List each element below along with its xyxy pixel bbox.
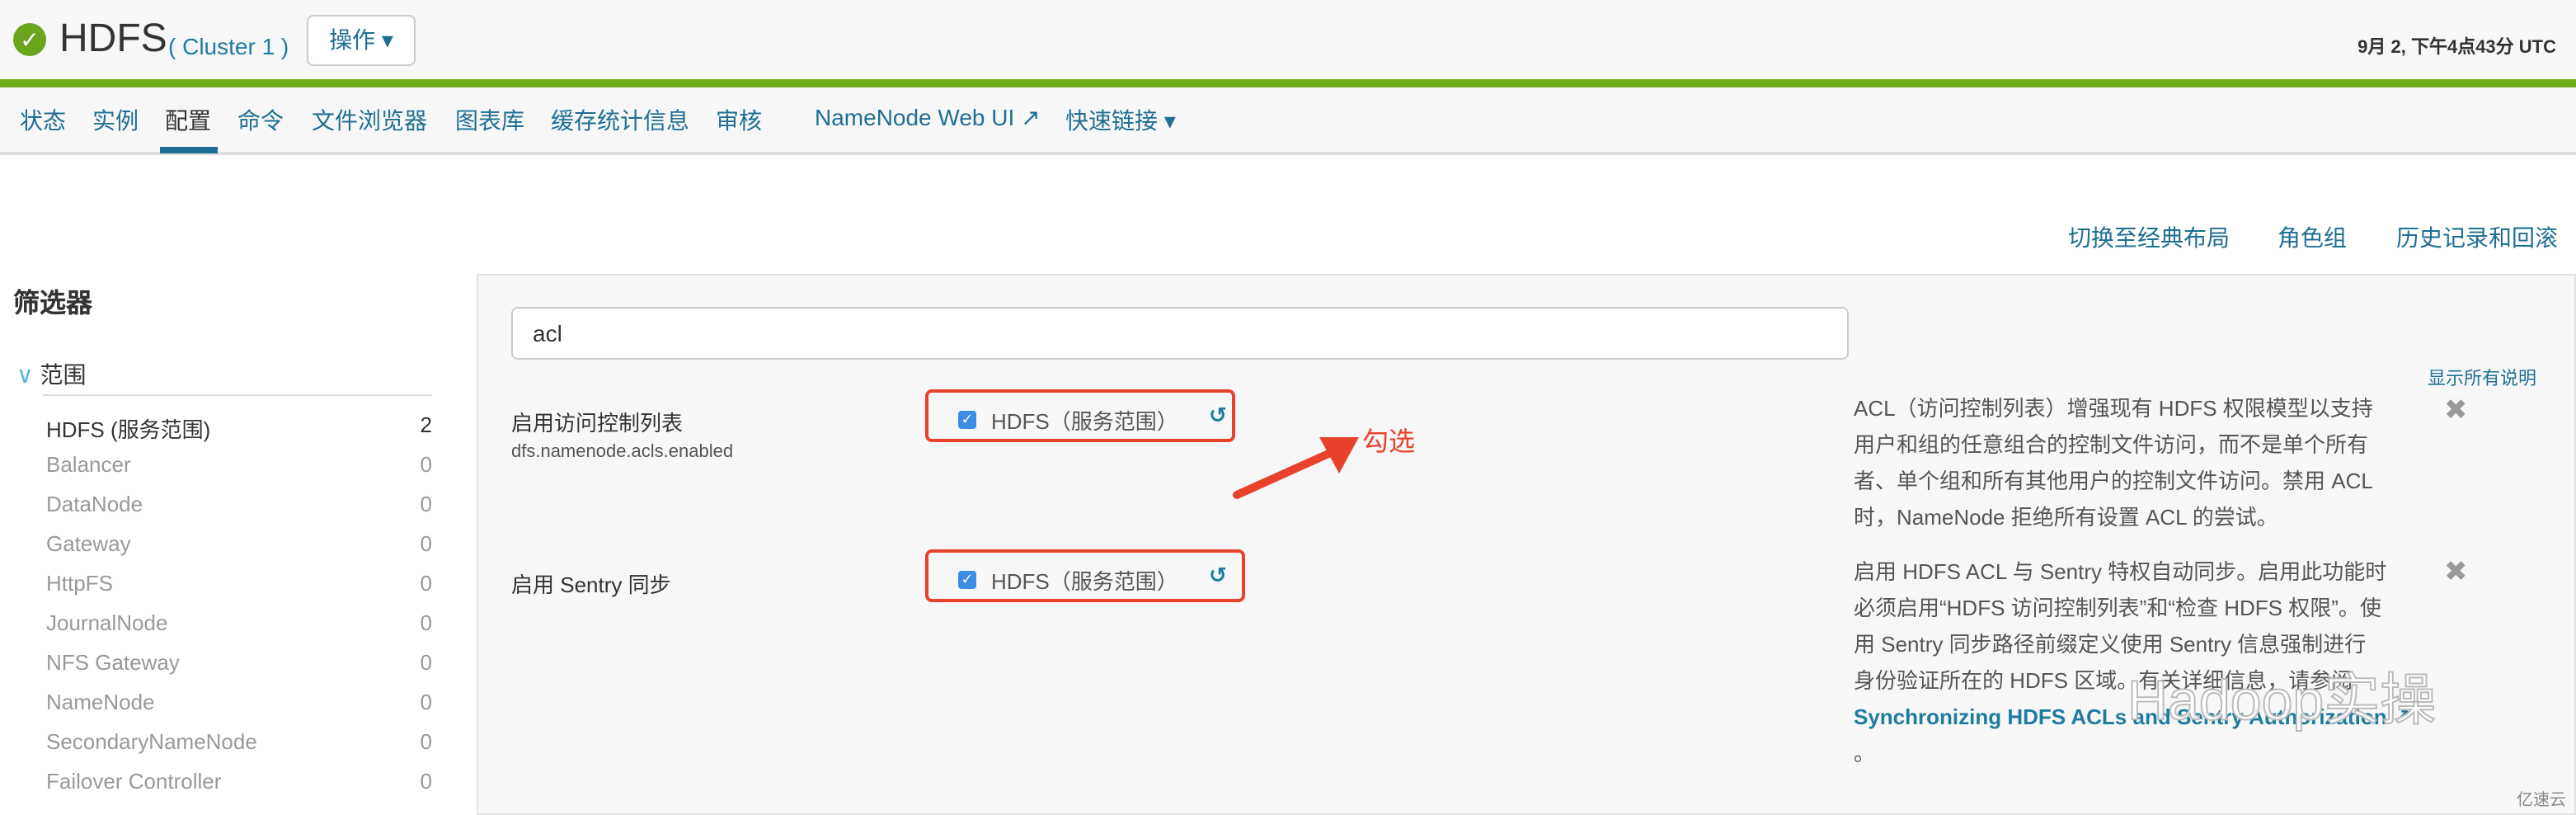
scope-toggle[interactable]: ∨ 范围 [16, 358, 87, 391]
property-key: dfs.namenode.acls.enabled [511, 442, 734, 462]
divider [43, 394, 432, 396]
revert-icon[interactable]: ↺ [1209, 563, 1227, 589]
filter-count: 0 [420, 610, 432, 635]
watermark: Hadoop实操 [2127, 669, 2437, 733]
desc-line: ACL（访问控制列表）增强现有 HDFS 权限模型以支持 [1854, 396, 2373, 421]
highlight-box: ✓ HDFS（服务范围） ↺ [925, 389, 1235, 442]
tab-audit[interactable]: 审核 [716, 104, 762, 137]
checkbox-label: HDFS（服务范围） [991, 409, 1178, 434]
filter-label: Failover Controller [46, 769, 222, 794]
annotation-text: 勾选 [1362, 429, 1416, 457]
app: ✓ HDFS ( Cluster 1 ) 操作 ▾ 9月 2, 下午4点43分 … [0, 0, 2576, 815]
desc-line: 。 [1854, 741, 1876, 766]
filter-label: HttpFS [46, 571, 113, 596]
nav-tabs: 状态 实例 配置 命令 文件浏览器 图表库 缓存统计信息 审核 NameNode… [0, 87, 2576, 155]
site-watermark: 亿速云 [2517, 792, 2566, 810]
filter-label: Gateway [46, 531, 131, 556]
filter-item[interactable]: JournalNode 0 [46, 610, 432, 643]
filter-count: 0 [420, 452, 432, 477]
check-circle-icon: ✓ [13, 23, 46, 56]
classic-layout-link[interactable]: 切换至经典布局 [2068, 221, 2230, 254]
filter-item[interactable]: Balancer 0 [46, 452, 432, 485]
annotation-arrow [1233, 437, 1359, 499]
filter-item[interactable]: Gateway 0 [46, 531, 432, 564]
tab-quick-links[interactable]: 快速链接 ▾ [1065, 104, 1176, 137]
filter-item[interactable]: HttpFS 0 [46, 571, 432, 604]
filter-count: 0 [420, 531, 432, 556]
desc-line: 用户和组的任意组合的控制文件访问，而不是单个所有 [1854, 432, 2369, 457]
checkbox[interactable]: ✓ [958, 571, 976, 589]
highlight-box: ✓ HDFS（服务范围） ↺ [925, 549, 1245, 602]
tab-charts[interactable]: 图表库 [455, 104, 524, 137]
filter-count: 0 [420, 769, 432, 794]
desc-line: 者、单个组和所有其他用户的控制文件访问。禁用 ACL [1854, 469, 2373, 493]
filter-item[interactable]: Failover Controller 0 [46, 769, 432, 802]
tab-namenode-web-ui[interactable]: NameNode Web UI ↗ [815, 104, 1041, 132]
filter-count: 0 [420, 571, 432, 596]
timestamp: 9月 2, 下午4点43分 UTC [2357, 38, 2556, 58]
checkbox-label: HDFS（服务范围） [991, 569, 1178, 594]
close-icon[interactable]: ✖ [2444, 556, 2468, 589]
filter-item[interactable]: NameNode 0 [46, 690, 432, 723]
filter-label: SecondaryNameNode [46, 729, 257, 754]
cluster-link[interactable]: ( Cluster 1 ) [168, 33, 289, 59]
actions-button[interactable]: 操作 ▾ [307, 15, 416, 66]
filter-label: HDFS (服务范围) [46, 417, 211, 442]
property-label: 启用访问控制列表 [511, 411, 684, 436]
desc-line: 启用 HDFS ACL 与 Sentry 特权自动同步。启用此功能时 [1854, 559, 2387, 584]
tab-cache-stats[interactable]: 缓存统计信息 [551, 104, 689, 137]
filter-item[interactable]: SecondaryNameNode 0 [46, 729, 432, 762]
tab-status[interactable]: 状态 [20, 104, 66, 137]
history-rollback-link[interactable]: 历史记录和回滚 [2396, 221, 2558, 254]
filter-item[interactable]: DataNode 0 [46, 492, 432, 525]
filter-label: Balancer [46, 452, 131, 477]
search-input[interactable]: acl [511, 307, 1849, 360]
desc-line: 时，NameNode 拒绝所有设置 ACL 的尝试。 [1854, 505, 2278, 530]
desc-line: 必须启用“HDFS 访问控制列表”和“检查 HDFS 权限”。使 [1854, 596, 2381, 620]
close-icon[interactable]: ✖ [2444, 394, 2468, 427]
property-description: ACL（访问控制列表）增强现有 HDFS 权限模型以支持 用户和组的任意组合的控… [1854, 391, 2414, 536]
tab-commands[interactable]: 命令 [237, 104, 284, 137]
filter-item[interactable]: HDFS (服务范围) 2 [46, 412, 432, 445]
filter-label: JournalNode [46, 610, 168, 635]
filter-label: NameNode [46, 690, 155, 714]
filter-count: 2 [420, 412, 432, 437]
filter-label: NFS Gateway [46, 650, 180, 675]
chevron-down-icon: ∨ [16, 361, 34, 388]
scope-label: 范围 [40, 361, 87, 388]
show-all-descriptions-link[interactable]: 显示所有说明 [2428, 365, 2536, 391]
filter-count: 0 [420, 650, 432, 675]
filter-count: 0 [420, 492, 432, 516]
tab-file-browser[interactable]: 文件浏览器 [312, 104, 427, 137]
tab-instances[interactable]: 实例 [92, 104, 139, 137]
property-label: 启用 Sentry 同步 [511, 572, 671, 597]
filter-title: 筛选器 [13, 290, 93, 318]
service-title: HDFS [59, 16, 167, 61]
filter-count: 0 [420, 690, 432, 714]
active-tab-indicator [160, 147, 218, 153]
checkbox[interactable]: ✓ [958, 411, 976, 429]
filter-item[interactable]: NFS Gateway 0 [46, 650, 432, 683]
role-groups-link[interactable]: 角色组 [2278, 221, 2347, 254]
status-bar [0, 79, 2576, 87]
filter-count: 0 [420, 729, 432, 754]
tab-configuration[interactable]: 配置 [165, 104, 211, 137]
filter-label: DataNode [46, 492, 143, 516]
